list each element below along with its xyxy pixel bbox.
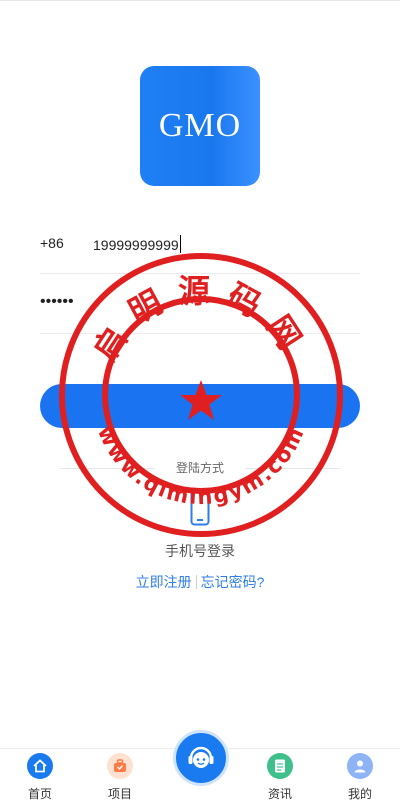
app-logo: GMO: [140, 66, 260, 186]
document-icon: [267, 753, 293, 779]
app-logo-text: GMO: [158, 107, 242, 144]
forgot-password-link[interactable]: 忘记密码?: [201, 574, 265, 590]
tab-news[interactable]: 资讯: [250, 753, 310, 802]
top-divider: [0, 0, 400, 1]
tab-news-label: 资讯: [267, 787, 292, 801]
divider-line-right: [245, 468, 340, 469]
phone-login-option[interactable]: 手机号登录: [0, 541, 400, 561]
tab-mine[interactable]: 我的: [330, 753, 390, 802]
password-input[interactable]: ••••••: [40, 293, 74, 311]
password-field[interactable]: ••••••: [40, 274, 360, 334]
phone-input[interactable]: 19999999999: [93, 235, 181, 253]
country-code-selector[interactable]: +86: [40, 235, 64, 251]
tab-mine-label: 我的: [347, 787, 372, 801]
tab-home[interactable]: 首页: [10, 753, 70, 802]
mobile-phone-icon[interactable]: [190, 490, 210, 526]
user-icon: [347, 753, 373, 779]
register-link[interactable]: 立即注册: [136, 574, 192, 590]
login-methods-divider: 登陆方式: [60, 458, 340, 478]
tab-projects[interactable]: 项目: [90, 753, 150, 802]
text-caret: [179, 235, 181, 253]
auth-links: 立即注册 忘记密码?: [0, 572, 400, 592]
link-separator: [195, 575, 197, 589]
briefcase-icon: [107, 753, 133, 779]
login-button[interactable]: [40, 384, 360, 428]
home-icon: [27, 753, 53, 779]
customer-service-icon: [188, 746, 214, 768]
customer-service-button[interactable]: [173, 730, 229, 786]
phone-field[interactable]: +86 19999999999: [40, 214, 360, 274]
tab-home-label: 首页: [27, 787, 52, 801]
phone-input-value: 19999999999: [93, 237, 179, 253]
tab-projects-label: 项目: [107, 787, 132, 801]
